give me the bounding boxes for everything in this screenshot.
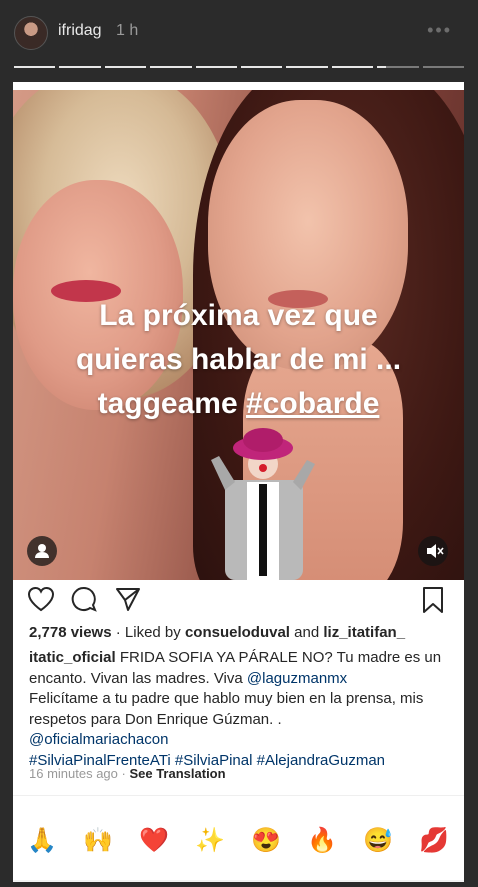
- mention-link[interactable]: @oficialmariachacon: [29, 730, 449, 751]
- liker-username[interactable]: liz_itatifan_: [323, 624, 405, 641]
- reaction-fire-icon[interactable]: 🔥: [305, 824, 339, 858]
- post-caption: itatic_oficial FRIDA SOFIA YA PÁRALE NO?…: [29, 648, 449, 771]
- overlay-line: quieras hablar de mi ...: [75, 343, 402, 376]
- views-and-likes: 2,778 views · Liked by consueloduval and…: [29, 624, 406, 641]
- overlay-line: La próxima vez que: [99, 299, 378, 332]
- bookmark-icon[interactable]: [421, 586, 445, 614]
- progress-segment-current: [377, 66, 419, 68]
- reaction-raised-hands-icon[interactable]: 🙌: [81, 824, 115, 858]
- reaction-kiss-icon[interactable]: 💋: [417, 824, 451, 858]
- post-timestamp: 16 minutes ago · See Translation: [29, 766, 226, 781]
- progress-segment: [104, 66, 147, 68]
- comment-icon[interactable]: [71, 586, 97, 612]
- shared-post-card[interactable]: La próxima vez que quieras hablar de mi …: [13, 82, 464, 882]
- reaction-heart-icon[interactable]: ❤️: [137, 824, 171, 858]
- reaction-heart-eyes-icon[interactable]: 😍: [249, 824, 283, 858]
- user-tag-icon[interactable]: [27, 536, 57, 566]
- story-time: 1 h: [116, 22, 139, 39]
- post-photo[interactable]: La próxima vez que quieras hablar de mi …: [13, 90, 464, 580]
- story-header: ifridag 1 h •••: [0, 0, 478, 64]
- reaction-pray-icon[interactable]: 🙏: [25, 824, 59, 858]
- overlay-hashtag[interactable]: #cobarde: [246, 387, 379, 420]
- story-progress-bar: [14, 66, 465, 69]
- story-username[interactable]: ifridag: [58, 22, 102, 40]
- mention-link[interactable]: @laguzmanmx: [247, 670, 347, 687]
- divider: [13, 795, 464, 796]
- see-translation-link[interactable]: See Translation: [129, 766, 225, 781]
- progress-segment: [59, 66, 101, 68]
- mute-icon[interactable]: [418, 536, 448, 566]
- more-horizontal-icon[interactable]: •••: [427, 20, 452, 41]
- clown-sticker[interactable]: [203, 420, 323, 580]
- avatar[interactable]: [14, 16, 48, 50]
- progress-segment: [195, 66, 238, 68]
- views-count[interactable]: 2,778 views: [29, 624, 112, 641]
- share-icon[interactable]: [115, 586, 141, 612]
- quick-reactions: 🙏 🙌 ❤️ ✨ 😍 🔥 😅 💋: [13, 824, 464, 858]
- caption-username[interactable]: itatic_oficial: [29, 649, 116, 666]
- progress-segment: [422, 66, 465, 68]
- progress-segment: [14, 66, 56, 68]
- progress-segment: [241, 66, 283, 68]
- post-actions: [13, 582, 464, 622]
- story-overlay-text: La próxima vez que quieras hablar de mi …: [13, 294, 464, 426]
- progress-segment: [331, 66, 374, 68]
- liker-username[interactable]: consueloduval: [185, 624, 290, 641]
- reaction-sweat-smile-icon[interactable]: 😅: [361, 824, 395, 858]
- progress-segment: [150, 66, 192, 68]
- heart-icon[interactable]: [27, 586, 55, 612]
- reaction-sparkles-icon[interactable]: ✨: [193, 824, 227, 858]
- reply-bar[interactable]: [13, 880, 464, 882]
- progress-segment: [286, 66, 328, 68]
- caption-line: Felicítame a tu padre que hablo muy bien…: [29, 690, 424, 728]
